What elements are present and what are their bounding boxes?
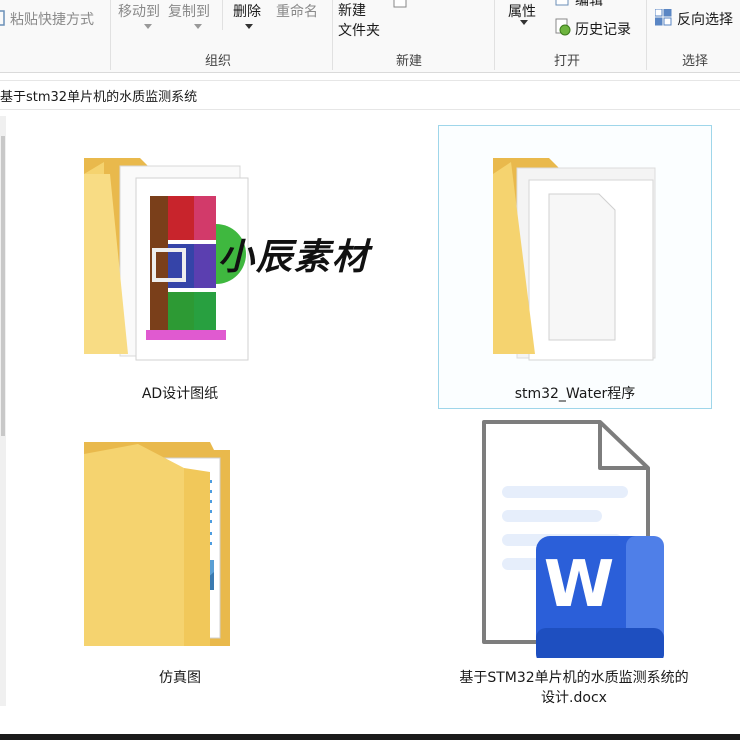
folder-icon (489, 154, 669, 378)
history-icon (555, 18, 571, 40)
edit-button[interactable]: 编辑 (575, 0, 603, 10)
delete-dropdown-icon[interactable] (245, 24, 253, 29)
new-item-icon (393, 0, 407, 13)
open-group-label: 打开 (554, 54, 581, 69)
move-to-dropdown-icon[interactable] (144, 24, 152, 29)
move-to-button[interactable]: 移动到 (118, 1, 160, 21)
ribbon-separator (332, 0, 333, 70)
ribbon-separator (222, 0, 223, 30)
file-name-label: 基于STM32单片机的水质监测系统的 设计.docx (459, 670, 689, 706)
history-button[interactable]: 历史记录 (575, 19, 631, 39)
left-scrollbar[interactable] (0, 116, 6, 706)
paste-shortcut-button[interactable]: 粘贴快捷方式 (10, 9, 94, 29)
properties-button[interactable]: 属性 (508, 1, 536, 21)
window-bottom-border (0, 734, 740, 740)
svg-text:W: W (544, 548, 615, 622)
properties-dropdown-icon[interactable] (520, 20, 528, 25)
file-item-simulation[interactable]: 仿真图 (60, 430, 300, 695)
file-name-label: stm32_Water程序 (514, 386, 636, 402)
edit-icon (555, 0, 571, 11)
copy-to-dropdown-icon[interactable] (194, 24, 202, 29)
file-item-stm32-water[interactable]: stm32_Water程序 (438, 125, 712, 409)
file-name-label: 仿真图 (159, 670, 201, 686)
delete-button[interactable]: 删除 (233, 1, 261, 21)
ribbon: 粘贴快捷方式 移动到 复制到 删除 重命名 组织 新建 文件夹 新建 属性 编辑… (0, 0, 740, 73)
organize-group-label: 组织 (205, 54, 232, 69)
new-folder-label-line2: 文件夹 (338, 23, 380, 39)
scrollbar-thumb[interactable] (1, 136, 5, 436)
ribbon-separator (494, 0, 495, 70)
rename-button[interactable]: 重命名 (276, 1, 318, 21)
ribbon-separator (110, 0, 111, 70)
ribbon-separator (646, 0, 647, 70)
select-group-label: 选择 (682, 54, 709, 69)
address-bar[interactable]: 基于stm32单片机的水质监测系统 (0, 80, 740, 110)
copy-to-button[interactable]: 复制到 (168, 1, 210, 21)
folder-icon (80, 438, 260, 662)
invert-selection-icon (654, 8, 673, 31)
breadcrumb[interactable]: 基于stm32单片机的水质监测系统 (0, 86, 197, 105)
word-doc-icon: W (476, 418, 676, 664)
new-folder-label-line1: 新建 (338, 3, 366, 19)
watermark-text: 小辰素材 (218, 236, 371, 278)
file-item-word-doc[interactable]: W 基于STM32单片机的水质监测系统的 设计.docx (438, 410, 710, 710)
new-group-label: 新建 (396, 54, 423, 69)
invert-selection-button[interactable]: 反向选择 (677, 9, 733, 29)
new-folder-button[interactable]: 新建 文件夹 (338, 1, 380, 41)
file-name-label: AD设计图纸 (141, 386, 219, 402)
paste-shortcut-icon (0, 10, 6, 30)
